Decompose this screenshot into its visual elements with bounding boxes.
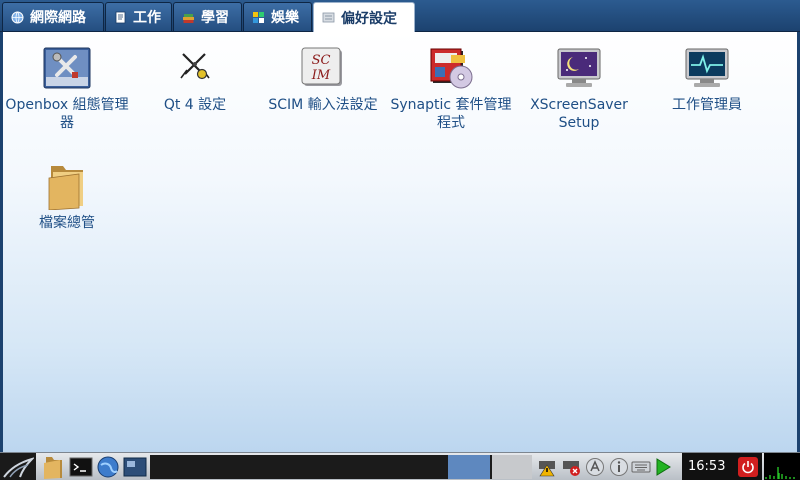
app-label: Synaptic 套件管理程式 xyxy=(390,97,512,131)
app-label: Openbox 組態管理器 xyxy=(5,97,129,131)
tray-play[interactable] xyxy=(652,455,674,479)
tray-network-error[interactable] xyxy=(560,455,582,479)
power-button[interactable] xyxy=(738,457,758,477)
clock: 16:53 xyxy=(688,459,726,474)
input-method-icon xyxy=(586,458,604,476)
app-file-manager[interactable]: 檔案總管 xyxy=(3,160,131,232)
tab-label: 學習 xyxy=(201,10,229,26)
tab-label: 網際網路 xyxy=(30,10,86,26)
globe-icon xyxy=(11,11,24,23)
power-icon xyxy=(742,461,754,474)
app-label: 工作管理員 xyxy=(672,97,742,113)
app-label: 檔案總管 xyxy=(39,215,95,231)
tools-icon xyxy=(41,42,93,94)
terminal-icon xyxy=(69,457,93,477)
tab-label: 娛樂 xyxy=(271,10,299,26)
workspace-2[interactable] xyxy=(492,455,532,479)
books-icon xyxy=(183,13,194,23)
scim-icon-text: IM xyxy=(311,68,331,83)
app-label: Qt 4 設定 xyxy=(163,97,227,113)
keyboard-icon xyxy=(631,461,651,473)
app-scim-settings[interactable]: SC IM SCIM 輸入法設定 xyxy=(259,42,387,114)
screensaver-icon xyxy=(553,42,605,94)
taskbar: 16:53 xyxy=(0,452,800,480)
tab-internet[interactable]: 網際網路 xyxy=(2,2,104,31)
screen: 網際網路 工作 學習 娛樂 偏好設定 Openbox 組態管理器 Qt 4 設定… xyxy=(0,0,800,480)
folder-icon xyxy=(41,160,93,212)
tab-learning[interactable]: 學習 xyxy=(173,2,242,31)
compass-icon xyxy=(169,42,221,94)
app-label: XScreenSaver Setup xyxy=(530,97,628,131)
play-icon xyxy=(656,458,671,476)
quicklaunch-files[interactable] xyxy=(40,455,66,479)
workspace-1[interactable] xyxy=(448,455,490,479)
tray-network-warning[interactable] xyxy=(536,455,558,479)
network-warning-icon xyxy=(539,461,555,477)
quicklaunch-desktop[interactable] xyxy=(122,455,148,479)
tab-entertainment[interactable]: 娛樂 xyxy=(243,2,312,31)
settings-icon xyxy=(322,12,335,23)
tray-input-method[interactable] xyxy=(584,455,606,479)
app-synaptic[interactable]: Synaptic 套件管理程式 xyxy=(387,42,515,132)
quicklaunch-terminal[interactable] xyxy=(68,455,94,479)
media-icon xyxy=(253,11,264,23)
network-error-icon xyxy=(563,461,580,476)
folder-icon xyxy=(44,457,62,479)
info-icon xyxy=(610,458,628,476)
tab-work[interactable]: 工作 xyxy=(105,2,172,31)
quicklaunch-browser[interactable] xyxy=(96,455,120,479)
scim-icon-text: SC xyxy=(312,53,331,68)
tab-label: 偏好設定 xyxy=(341,10,397,27)
launcher-icon xyxy=(3,457,34,478)
package-manager-icon xyxy=(425,42,477,94)
app-openbox-config[interactable]: Openbox 組態管理器 xyxy=(3,42,131,132)
app-qt4-settings[interactable]: Qt 4 設定 xyxy=(131,42,259,114)
tab-label: 工作 xyxy=(133,10,161,26)
app-task-manager[interactable]: 工作管理員 xyxy=(643,42,771,114)
desktop-icon xyxy=(123,457,147,477)
tray-keyboard[interactable] xyxy=(630,455,652,479)
cpu-monitor-icon xyxy=(765,467,795,479)
task-manager-icon xyxy=(681,42,733,94)
scim-icon: SC IM xyxy=(297,42,349,94)
category-tab-bar: 網際網路 工作 學習 娛樂 偏好設定 xyxy=(0,0,800,32)
app-label: SCIM 輸入法設定 xyxy=(268,97,378,113)
tray-info[interactable] xyxy=(608,455,630,479)
tab-preferences[interactable]: 偏好設定 xyxy=(313,2,415,32)
start-menu-button[interactable] xyxy=(0,453,36,480)
launcher-panel: Openbox 組態管理器 Qt 4 設定 SC IM SCIM 輸入法設定 S… xyxy=(0,32,800,452)
document-icon xyxy=(115,11,126,23)
app-xscreensaver[interactable]: XScreenSaver Setup xyxy=(515,42,643,132)
browser-icon xyxy=(97,456,119,478)
cpu-monitor xyxy=(764,453,800,480)
